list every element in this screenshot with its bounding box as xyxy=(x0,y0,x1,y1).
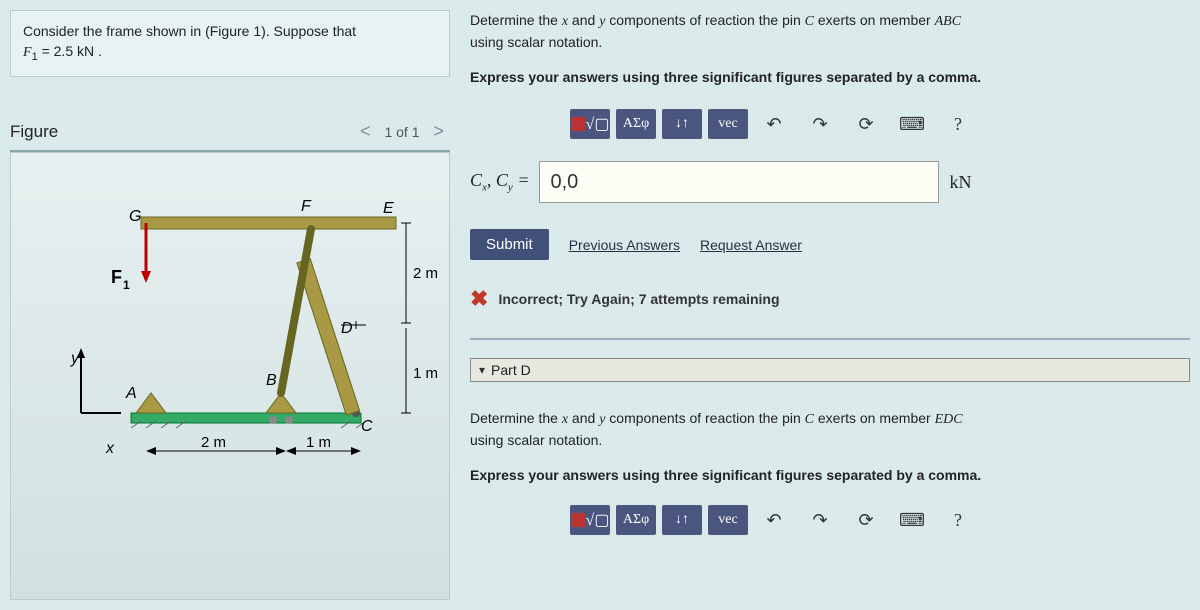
figure-pager-text: 1 of 1 xyxy=(384,124,419,140)
tool-arrows[interactable]: ↓↑ xyxy=(662,109,702,139)
tool-help-2[interactable]: ? xyxy=(938,505,978,535)
partC-express-note: Express your answers using three signifi… xyxy=(470,69,1190,85)
partD-express-note: Express your answers using three signifi… xyxy=(470,467,1190,483)
collapse-icon: ▾ xyxy=(479,363,485,377)
tool-templates-2[interactable]: √▢ xyxy=(570,505,610,535)
partC-unit: kN xyxy=(949,172,971,193)
problem-line-1: Consider the frame shown in (Figure 1). … xyxy=(23,21,437,41)
incorrect-icon: ✖ xyxy=(470,286,488,312)
partC-answer-row: Cx, Cy = kN xyxy=(470,155,1190,209)
request-answer-link[interactable]: Request Answer xyxy=(700,237,802,253)
dim-2m-v: 2 m xyxy=(413,265,438,282)
feedback-message: ✖ Incorrect; Try Again; 7 attempts remai… xyxy=(470,278,1190,320)
equation-toolbar: √▢ ΑΣφ ↓↑ vec ↶ ↷ ⟳ ⌨ ? xyxy=(570,103,1190,145)
force-F1-label: F xyxy=(111,267,122,287)
equation-toolbar-partD: √▢ ΑΣφ ↓↑ vec ↶ ↷ ⟳ ⌨ ? xyxy=(570,499,1190,541)
point-B-label: B xyxy=(266,372,277,389)
figure-header: Figure < 1 of 1 > xyxy=(10,113,450,152)
tool-undo-2[interactable]: ↶ xyxy=(754,505,794,535)
tool-redo-2[interactable]: ↷ xyxy=(800,505,840,535)
point-C-label: C xyxy=(361,418,373,435)
point-A-label: A xyxy=(125,385,137,402)
figure-prev[interactable]: < xyxy=(354,119,377,144)
dim-1m-v: 1 m xyxy=(413,365,438,382)
point-E-label: E xyxy=(383,200,394,217)
submit-button[interactable]: Submit xyxy=(470,229,549,260)
svg-text:1: 1 xyxy=(123,278,130,292)
figure-title: Figure xyxy=(10,122,58,142)
dim-1m-h: 1 m xyxy=(306,434,331,451)
tool-vec-2[interactable]: vec xyxy=(708,505,748,535)
partC-answer-input[interactable] xyxy=(539,161,939,203)
problem-line-2: F1 = 2.5 kN . xyxy=(23,41,437,66)
previous-answers-link[interactable]: Previous Answers xyxy=(569,237,680,253)
figure-pager: < 1 of 1 > xyxy=(354,119,450,144)
partD-instruction: Determine the x and y components of reac… xyxy=(470,408,1190,451)
partC-actions: Submit Previous Answers Request Answer xyxy=(470,229,1190,260)
partC-instruction: Determine the x and y components of reac… xyxy=(470,10,1190,53)
tool-greek[interactable]: ΑΣφ xyxy=(616,109,656,139)
problem-statement: Consider the frame shown in (Figure 1). … xyxy=(10,10,450,77)
tool-redo[interactable]: ↷ xyxy=(800,109,840,139)
dim-2m-h: 2 m xyxy=(201,434,226,451)
tool-greek-2[interactable]: ΑΣφ xyxy=(616,505,656,535)
partC-answer-label: Cx, Cy = xyxy=(470,170,529,194)
point-D-label: D xyxy=(341,320,353,337)
tool-templates[interactable]: √▢ xyxy=(570,109,610,139)
figure-next[interactable]: > xyxy=(427,119,450,144)
point-G-label: G xyxy=(129,208,141,225)
tool-reset[interactable]: ⟳ xyxy=(846,109,886,139)
figure-diagram: y x A B xyxy=(10,152,450,600)
partD-title: Part D xyxy=(491,362,531,378)
axis-x-label: x xyxy=(105,440,115,457)
tool-undo[interactable]: ↶ xyxy=(754,109,794,139)
point-F-label: F xyxy=(301,198,312,215)
tool-vec[interactable]: vec xyxy=(708,109,748,139)
tool-arrows-2[interactable]: ↓↑ xyxy=(662,505,702,535)
tool-reset-2[interactable]: ⟳ xyxy=(846,505,886,535)
divider xyxy=(470,338,1190,340)
partD-header[interactable]: ▾ Part D xyxy=(470,358,1190,382)
tool-keyboard-2[interactable]: ⌨ xyxy=(892,505,932,535)
tool-help[interactable]: ? xyxy=(938,109,978,139)
axis-y-label: y xyxy=(70,350,80,367)
tool-keyboard[interactable]: ⌨ xyxy=(892,109,932,139)
